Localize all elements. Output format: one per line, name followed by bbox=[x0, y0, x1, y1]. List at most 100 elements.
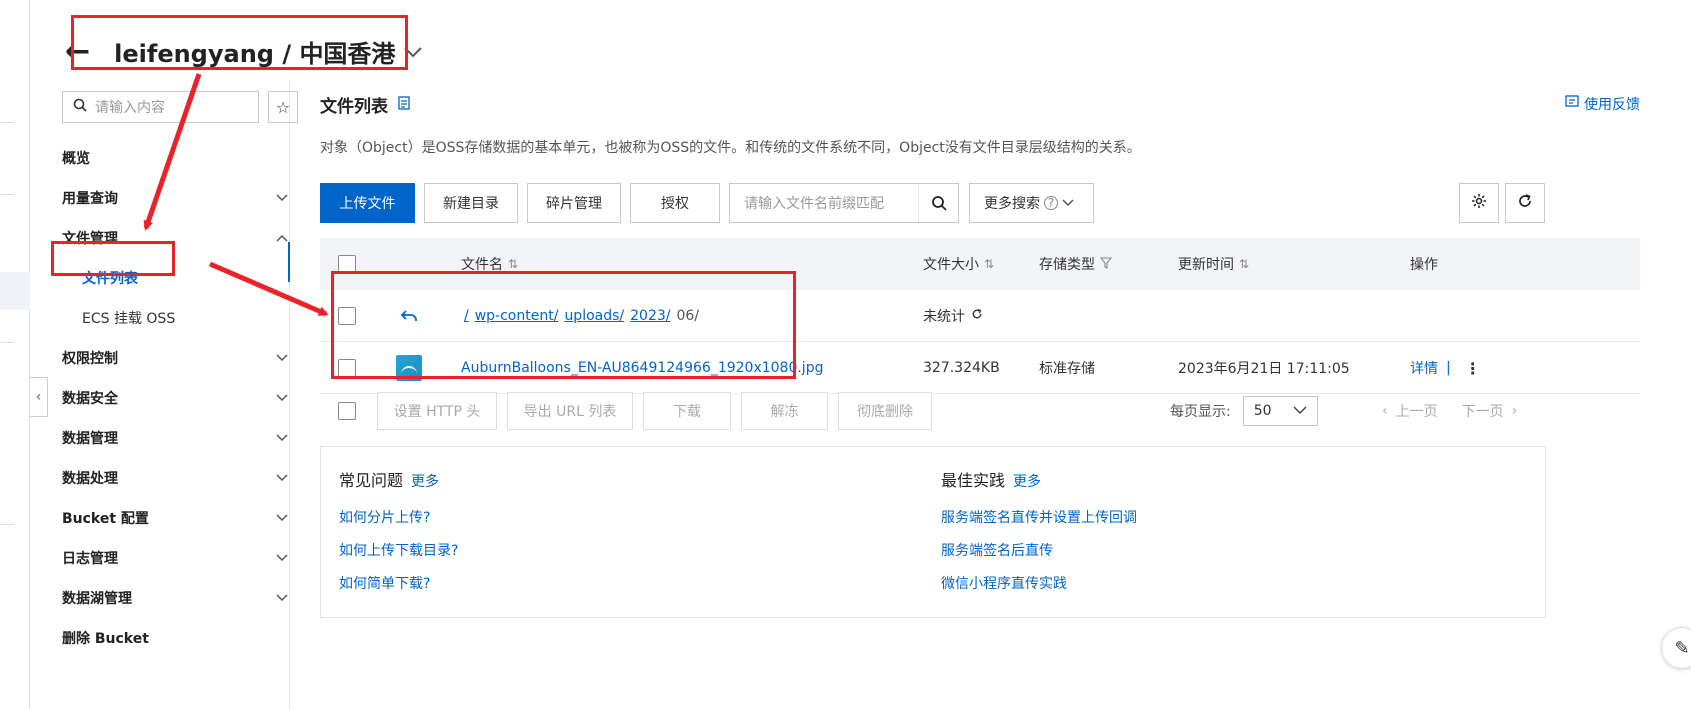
size-unstated: 未统计 bbox=[923, 290, 983, 342]
page-size-label: 每页显示: bbox=[1170, 404, 1231, 420]
header-size-label: 文件大小 bbox=[923, 257, 979, 273]
annotation-box-title bbox=[71, 15, 408, 70]
strip-highlight bbox=[0, 272, 30, 310]
header-updated-label: 更新时间 bbox=[1178, 257, 1234, 273]
sidebar-item-label: 日志管理 bbox=[62, 551, 118, 567]
sidebar-item-label: Bucket 配置 bbox=[62, 511, 149, 527]
sidebar-item-ecs-mount[interactable]: ECS 挂载 OSS bbox=[62, 298, 294, 338]
sidebar-item-label: 数据管理 bbox=[62, 431, 118, 447]
header-size[interactable]: 文件大小 ⇅ bbox=[923, 238, 994, 290]
sidebar: 请输入内容 ☆ 概览 用量查询 文件管理 文件列表 ECS 挂载 OSS 权限控… bbox=[30, 80, 298, 709]
chevron-down-icon bbox=[276, 511, 288, 525]
document-icon[interactable] bbox=[398, 95, 410, 114]
search-icon bbox=[73, 98, 87, 116]
chevron-down-icon bbox=[276, 391, 288, 405]
star-icon: ☆ bbox=[275, 97, 291, 117]
sidebar-item-label: 概览 bbox=[62, 151, 90, 167]
chevron-down-icon bbox=[1293, 403, 1307, 419]
sidebar-item-label: 数据安全 bbox=[62, 391, 118, 407]
search-icon[interactable] bbox=[918, 184, 958, 222]
export-url-list-button[interactable]: 导出 URL 列表 bbox=[507, 392, 633, 430]
help-panel: 常见问题 更多 如何分片上传? 如何上传下载目录? 如何简单下载? 最佳实践 更… bbox=[320, 446, 1546, 618]
sidebar-item-log-management[interactable]: 日志管理 bbox=[62, 538, 294, 578]
strip-divider bbox=[0, 122, 14, 123]
refresh-icon[interactable] bbox=[971, 308, 983, 324]
best-practice-more-link[interactable]: 更多 bbox=[1013, 471, 1041, 491]
strip-divider bbox=[0, 342, 14, 343]
faq-link[interactable]: 如何简单下载? bbox=[339, 573, 458, 606]
next-page-label: 下一页 bbox=[1461, 404, 1504, 420]
sidebar-item-bucket-config[interactable]: Bucket 配置 bbox=[62, 498, 294, 538]
unfreeze-button[interactable]: 解冻 bbox=[741, 392, 828, 430]
chevron-up-icon bbox=[276, 231, 288, 245]
updated-time: 2023年6月21日 17:11:05 bbox=[1178, 361, 1350, 377]
faq-link[interactable]: 如何分片上传? bbox=[339, 507, 458, 540]
sidebar-item-label: 用量查询 bbox=[62, 191, 118, 207]
best-practice-link[interactable]: 服务端签名后直传 bbox=[941, 540, 1137, 573]
details-link[interactable]: 详情 bbox=[1410, 358, 1438, 378]
active-indicator bbox=[288, 242, 290, 282]
more-search-label: 更多搜索 bbox=[984, 196, 1040, 212]
chevron-down-icon bbox=[276, 191, 288, 205]
page-size-select[interactable]: 50 bbox=[1242, 396, 1318, 426]
header-actions: 操作 bbox=[1410, 238, 1438, 290]
pagination: ‹ 上一页 下一页 › bbox=[1382, 392, 1517, 430]
sidebar-item-label: 权限控制 bbox=[62, 351, 118, 367]
authorize-button[interactable]: 授权 bbox=[630, 183, 720, 223]
more-search-dropdown[interactable]: 更多搜索 ? bbox=[969, 183, 1094, 223]
file-search-placeholder: 请输入文件名前缀匹配 bbox=[744, 196, 884, 212]
help-icon: ? bbox=[1044, 196, 1058, 210]
sidebar-item-delete-bucket[interactable]: 删除 Bucket bbox=[62, 618, 294, 658]
fragment-management-button[interactable]: 碎片管理 bbox=[527, 183, 621, 223]
new-directory-button[interactable]: 新建目录 bbox=[424, 183, 518, 223]
edit-feedback-button[interactable]: ✎ bbox=[1661, 627, 1691, 669]
header-storage[interactable]: 存储类型 bbox=[1039, 238, 1113, 290]
chevron-down-icon bbox=[276, 351, 288, 365]
upload-file-button[interactable]: 上传文件 bbox=[320, 183, 415, 223]
prev-page-button[interactable]: ‹ 上一页 bbox=[1382, 401, 1438, 421]
sidebar-item-access-control[interactable]: 权限控制 bbox=[62, 338, 294, 378]
prev-page-label: 上一页 bbox=[1395, 404, 1438, 420]
sidebar-item-usage[interactable]: 用量查询 bbox=[62, 178, 294, 218]
gear-icon bbox=[1471, 193, 1487, 213]
sidebar-item-data-lake[interactable]: 数据湖管理 bbox=[62, 578, 294, 618]
bulk-select-checkbox[interactable] bbox=[338, 402, 356, 420]
faq-link[interactable]: 如何上传下载目录? bbox=[339, 540, 458, 573]
action-separator: | bbox=[1446, 360, 1451, 376]
sidebar-item-overview[interactable]: 概览 bbox=[62, 138, 294, 178]
best-practice-link[interactable]: 服务端签名直传并设置上传回调 bbox=[941, 507, 1137, 540]
sidebar-item-data-management[interactable]: 数据管理 bbox=[62, 418, 294, 458]
sidebar-item-data-security[interactable]: 数据安全 bbox=[62, 378, 294, 418]
download-button[interactable]: 下载 bbox=[643, 392, 731, 430]
sidebar-item-label: ECS 挂载 OSS bbox=[82, 311, 176, 327]
best-practice-header: 最佳实践 更多 bbox=[941, 467, 1137, 491]
header-updated[interactable]: 更新时间 ⇅ bbox=[1178, 238, 1249, 290]
more-actions-icon[interactable]: ⋮ bbox=[1465, 359, 1481, 378]
sidebar-nav: 概览 用量查询 文件管理 文件列表 ECS 挂载 OSS 权限控制 数据安全 数… bbox=[62, 138, 294, 658]
chevron-down-icon bbox=[276, 471, 288, 485]
permanent-delete-button[interactable]: 彻底删除 bbox=[838, 392, 932, 430]
chevron-down-icon bbox=[276, 431, 288, 445]
file-prefix-search-input[interactable]: 请输入文件名前缀匹配 bbox=[729, 183, 959, 223]
annotation-box-file-list bbox=[51, 241, 175, 276]
refresh-button[interactable] bbox=[1505, 183, 1545, 223]
sidebar-search-input[interactable]: 请输入内容 bbox=[62, 91, 259, 123]
sidebar-item-data-processing[interactable]: 数据处理 bbox=[62, 458, 294, 498]
best-practice-link[interactable]: 微信小程序直传实践 bbox=[941, 573, 1137, 606]
bulk-actions-bar: 设置 HTTP 头 导出 URL 列表 下载 解冻 彻底删除 每页显示: 50 … bbox=[320, 392, 1640, 430]
page-description: 对象（Object）是OSS存储数据的基本单元，也被称为OSS的文件。和传统的文… bbox=[320, 140, 1141, 156]
feedback-link[interactable]: 使用反馈 bbox=[1565, 94, 1640, 114]
page-size-value: 50 bbox=[1253, 403, 1272, 419]
next-page-button[interactable]: 下一页 › bbox=[1462, 401, 1518, 421]
faq-more-link[interactable]: 更多 bbox=[411, 471, 439, 491]
chevron-right-icon: › bbox=[1511, 403, 1518, 419]
settings-button[interactable] bbox=[1459, 183, 1499, 223]
chevron-left-icon: ‹ bbox=[1382, 403, 1388, 419]
header-storage-label: 存储类型 bbox=[1039, 257, 1095, 273]
row-actions: 详情 | ⋮ bbox=[1410, 342, 1481, 394]
best-practice-section: 最佳实践 更多 服务端签名直传并设置上传回调 服务端签名后直传 微信小程序直传实… bbox=[941, 467, 1137, 606]
set-http-header-button[interactable]: 设置 HTTP 头 bbox=[377, 392, 497, 430]
best-practice-title: 最佳实践 bbox=[941, 471, 1006, 490]
favorite-star-button[interactable]: ☆ bbox=[268, 91, 298, 123]
storage-type: 标准存储 bbox=[1039, 361, 1095, 377]
